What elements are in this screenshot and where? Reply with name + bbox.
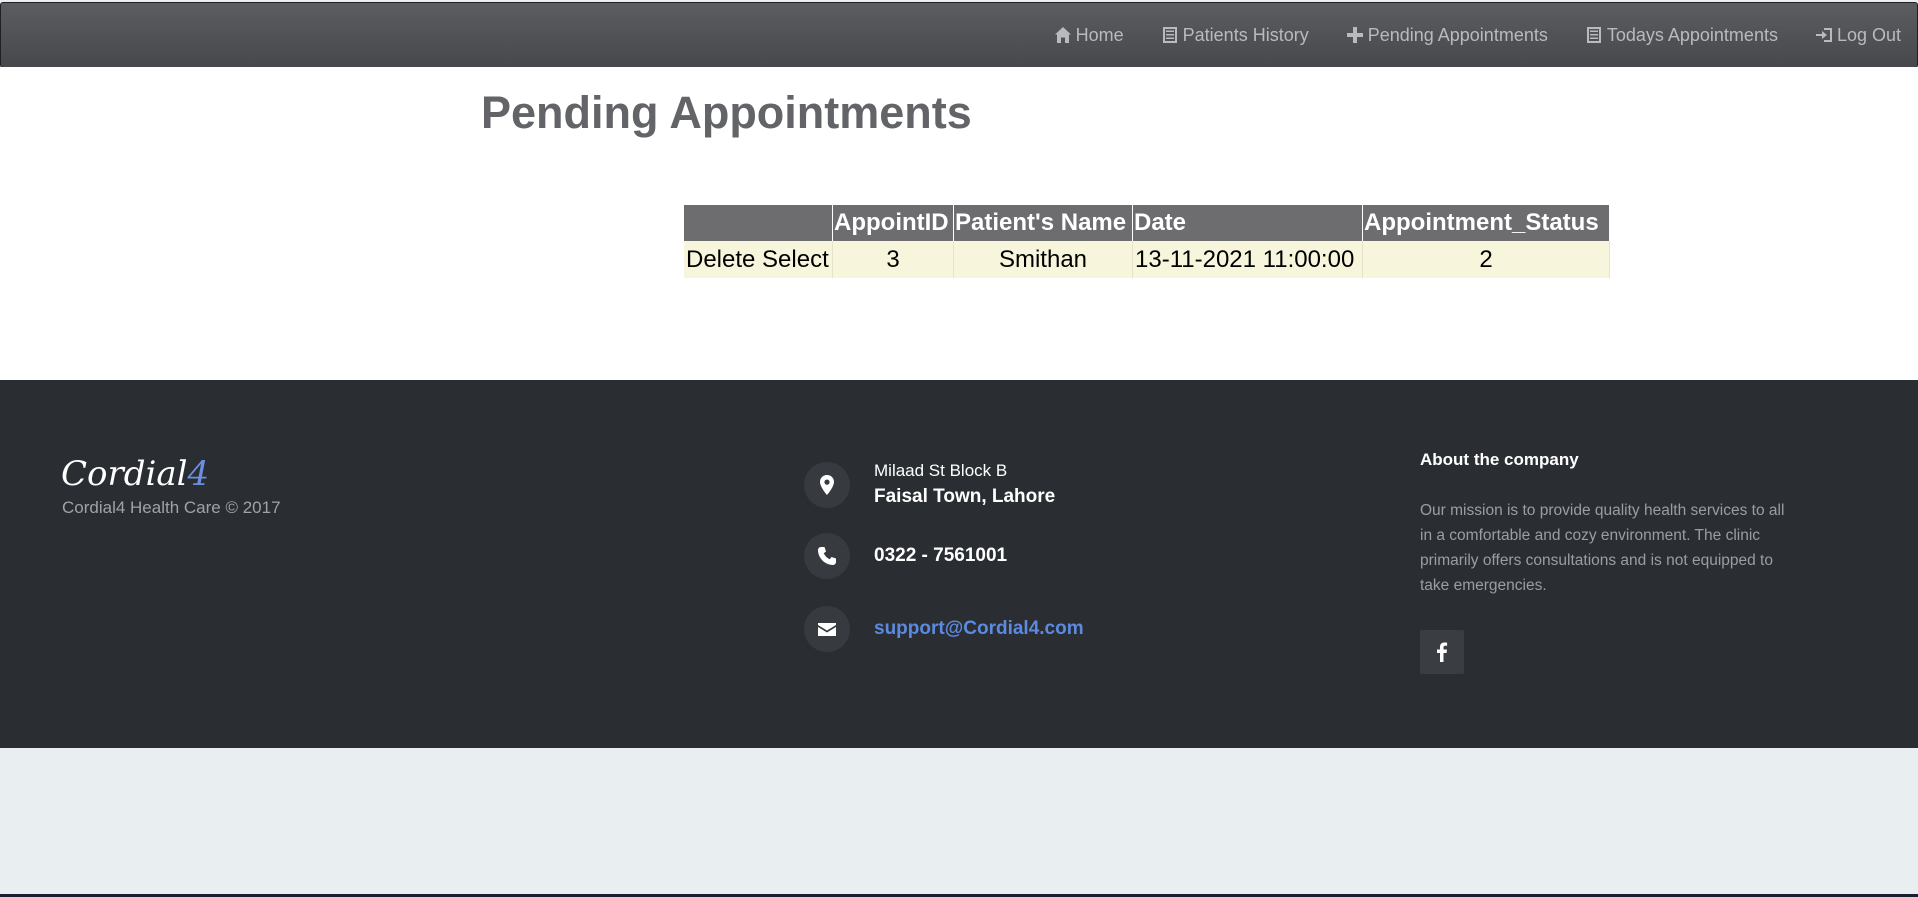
brand-logo: Cordial4	[61, 454, 209, 494]
phone-number: 0322 - 7561001	[874, 545, 1008, 566]
footer: Cordial4 Cordial4 Health Care © 2017 Mil…	[0, 380, 1918, 748]
copyright-text: Cordial4 Health Care © 2017	[62, 498, 281, 517]
table-header-patient-name: Patient's Name	[953, 205, 1133, 241]
top-navbar: Home Patients History Pending Appointmen…	[0, 2, 1918, 68]
select-link[interactable]: Select	[762, 246, 829, 273]
table-header-row: AppointID Patient's Name Date Appointmen…	[684, 205, 1610, 241]
address-line1: Milaad St Block B	[874, 461, 1008, 480]
cell-patient-name: Smithan	[953, 241, 1133, 278]
about-title: About the company	[1420, 450, 1579, 469]
table-header-appoint-id: AppointID	[832, 205, 954, 241]
about-text: Our mission is to provide quality health…	[1420, 502, 1785, 594]
cell-date: 13-11-2021 11:00:00	[1132, 241, 1363, 278]
nav-logout[interactable]: Log Out	[1815, 25, 1901, 46]
logo-accent: 4	[187, 454, 210, 494]
page-title: Pending Appointments	[481, 87, 972, 138]
phone-row: 0322 - 7561001	[804, 533, 1007, 579]
address-block: Milaad St Block B Faisal Town, Lahore	[874, 461, 1055, 508]
plus-icon	[1346, 27, 1363, 43]
nav-patients-history[interactable]: Patients History	[1161, 25, 1309, 46]
nav-menu: Home Patients History Pending Appointmen…	[1054, 3, 1917, 67]
envelope-icon	[804, 606, 850, 652]
nav-todays-appointments-label: Todays Appointments	[1606, 24, 1778, 45]
support-email-link[interactable]: support@Cordial4.com	[874, 618, 1084, 640]
appointments-table: AppointID Patient's Name Date Appointmen…	[684, 205, 1610, 278]
cell-status: 2	[1362, 241, 1610, 278]
nav-pending-appointments[interactable]: Pending Appointments	[1346, 25, 1548, 46]
nav-logout-label: Log Out	[1836, 24, 1901, 45]
table-row: Delete Select 3 Smithan 13-11-2021 11:00…	[684, 241, 1610, 278]
address-line2: Faisal Town, Lahore	[874, 486, 1056, 507]
table-header-status: Appointment_Status	[1362, 205, 1610, 241]
delete-link[interactable]: Delete	[686, 246, 755, 273]
row-actions: Delete Select	[684, 241, 833, 278]
nav-patients-history-label: Patients History	[1182, 24, 1309, 45]
nav-home-label: Home	[1075, 24, 1124, 45]
address-row: Milaad St Block B Faisal Town, Lahore	[804, 461, 1055, 508]
facebook-icon	[1437, 642, 1448, 662]
main-content: Pending Appointments AppointID Patient's…	[0, 67, 1918, 380]
list-icon	[1586, 27, 1601, 43]
table-header-date: Date	[1132, 205, 1363, 241]
logout-icon	[1815, 28, 1832, 42]
nav-home[interactable]: Home	[1054, 25, 1124, 46]
list-icon	[1162, 27, 1177, 43]
home-icon	[1054, 27, 1071, 43]
nav-pending-appointments-label: Pending Appointments	[1367, 24, 1548, 45]
table-header-actions	[684, 205, 833, 241]
map-marker-icon	[804, 461, 850, 508]
nav-todays-appointments[interactable]: Todays Appointments	[1585, 25, 1778, 46]
facebook-button[interactable]	[1420, 630, 1464, 674]
logo-text: Cordial	[61, 454, 188, 494]
email-row: support@Cordial4.com	[804, 606, 1084, 652]
cell-appoint-id: 3	[832, 241, 954, 278]
phone-icon	[804, 533, 850, 579]
